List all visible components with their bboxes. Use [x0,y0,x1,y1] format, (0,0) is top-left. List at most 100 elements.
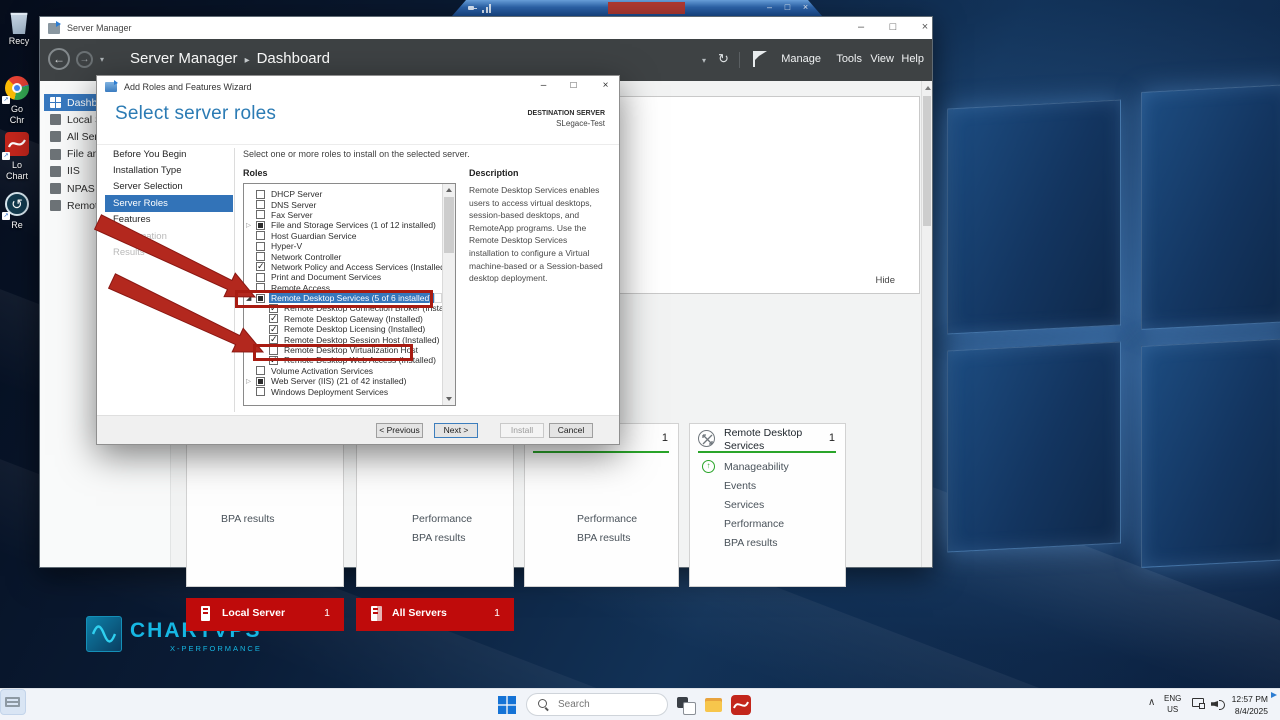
expander-icon[interactable]: ▷ [246,221,256,229]
tile-link[interactable]: ↑ Manageability [690,457,845,476]
roles-scrollbar[interactable] [442,184,455,405]
tile-link[interactable]: ↑ Services [690,495,845,514]
role-checkbox[interactable]: ✓ [269,335,278,344]
rdp-minimize-button[interactable]: – [762,1,777,14]
role-row[interactable]: DNS Server [244,199,442,209]
file-explorer-button[interactable] [704,695,724,715]
wizard-nav-item[interactable]: Before You Begin [105,146,233,162]
role-checkbox[interactable]: ✓ [269,325,278,334]
status-tile[interactable]: Local Server 1 [186,598,344,631]
start-button[interactable] [498,696,516,714]
nav-dropdown-icon[interactable]: ▾ [100,55,104,64]
role-checkbox[interactable] [256,231,265,240]
server-manager-app-button[interactable] [0,689,26,715]
role-row[interactable]: Remote Desktop Virtualization Host [244,345,442,355]
role-checkbox[interactable] [256,294,265,303]
role-checkbox[interactable] [256,377,265,386]
menu-view[interactable]: View [870,53,894,65]
role-checkbox[interactable] [256,190,265,199]
role-row[interactable]: Print and Document Services [244,272,442,282]
maximize-button[interactable]: □ [884,17,902,37]
role-row[interactable]: Fax Server [244,210,442,220]
desktop-icon-chart-app[interactable]: ↗ Lo Chart [0,132,38,182]
wizard-minimize-button[interactable]: – [535,76,552,95]
pin-icon[interactable] [468,4,477,12]
role-checkbox[interactable] [269,346,278,355]
role-checkbox[interactable]: ✓ [269,304,278,313]
scroll-down-icon[interactable] [446,397,452,401]
role-checkbox[interactable] [256,242,265,251]
role-row[interactable]: ✓ Remote Desktop Web Access (Installed) [244,355,442,365]
menu-tools[interactable]: Tools [836,53,862,65]
role-row[interactable]: ✓ Remote Desktop Licensing (Installed) [244,324,442,334]
previous-button[interactable]: < Previous [376,423,423,438]
wizard-nav-item[interactable]: Server Selection [105,179,233,195]
tile-title[interactable]: Remote Desktop Services [724,427,802,453]
taskbar-search[interactable] [526,693,668,716]
expander-icon[interactable]: ◢ [246,294,256,302]
tile-link[interactable]: BPA results [577,532,637,551]
role-row[interactable]: DHCP Server [244,189,442,199]
roles-listbox[interactable]: DHCP Server DNS Server Fax Server ▷ [243,183,456,406]
tile-link[interactable]: Performance [412,513,472,532]
role-checkbox[interactable] [256,387,265,396]
wizard-close-button[interactable]: × [597,76,614,95]
dashboard-scrollbar[interactable] [921,81,932,567]
tile-link[interactable]: BPA results [221,513,275,532]
menu-help[interactable]: Help [901,53,924,65]
task-view-button[interactable] [676,695,696,715]
role-row[interactable]: Remote Access [244,283,442,293]
wizard-nav-item[interactable]: Confirmation [105,228,233,244]
role-checkbox[interactable]: ✓ [269,314,278,323]
rdp-restore-button[interactable]: □ [780,1,795,14]
tile-link[interactable]: BPA results [412,532,472,551]
role-checkbox[interactable] [256,210,265,219]
breadcrumb-root[interactable]: Server Manager [130,50,238,67]
role-row[interactable]: ✓ Network Policy and Access Services (In… [244,262,442,272]
menu-manage[interactable]: Manage [781,53,821,65]
status-tile[interactable]: All Servers 1 [356,598,514,631]
expander-icon[interactable]: ▷ [246,377,256,385]
wizard-nav-item[interactable]: Server Roles [105,195,233,211]
cancel-button[interactable]: Cancel [549,423,593,438]
desktop-icon-chrome[interactable]: ↗ Go Chr [0,76,38,126]
hide-link[interactable]: Hide [875,275,895,286]
wizard-maximize-button[interactable]: □ [565,76,582,95]
forward-button[interactable]: → [76,51,93,68]
scrollbar-thumb[interactable] [923,96,931,226]
role-row[interactable]: Host Guardian Service [244,231,442,241]
role-row[interactable]: ✓ Remote Desktop Session Host (Installed… [244,334,442,344]
tray-chevron-icon[interactable]: ∧ [1148,697,1155,708]
language-switcher[interactable]: ENG US [1164,693,1181,715]
role-checkbox[interactable] [256,366,265,375]
tile-link[interactable]: ↑ Events [690,476,845,495]
role-row[interactable]: Network Controller [244,251,442,261]
wizard-nav-item[interactable]: Results [105,244,233,260]
role-checkbox[interactable] [256,273,265,282]
role-checkbox[interactable] [256,200,265,209]
role-row[interactable]: ◢ Remote Desktop Services (5 of 6 instal… [244,293,442,303]
notifications-flag-icon[interactable] [753,51,763,68]
role-row[interactable]: Hyper-V [244,241,442,251]
next-button[interactable]: Next > [434,423,478,438]
wizard-nav-item[interactable]: Features [105,212,233,228]
role-checkbox[interactable] [256,252,265,261]
tile-link[interactable]: Performance [577,513,637,532]
network-icon[interactable] [1192,698,1205,709]
role-checkbox[interactable] [256,221,265,230]
role-row[interactable]: ✓ Remote Desktop Gateway (Installed) [244,314,442,324]
desktop-icon-remote-app[interactable]: ↺ ↗ Re [0,192,38,231]
role-row[interactable]: Windows Deployment Services [244,386,442,396]
close-button[interactable]: × [916,17,934,37]
role-row[interactable]: ✓ Remote Desktop Connection Broker (Inst… [244,303,442,313]
chartvps-app-button[interactable] [731,695,751,715]
refresh-icon[interactable]: ↻ [718,51,729,67]
role-checkbox[interactable]: ✓ [269,356,278,365]
role-row[interactable]: ▷ File and Storage Services (1 of 12 ins… [244,220,442,230]
clock[interactable]: 12:57 PM 8/4/2025 [1232,693,1268,717]
tile-link[interactable]: ↑ Performance [690,514,845,533]
role-row[interactable]: Volume Activation Services [244,366,442,376]
notifications-caret-icon[interactable]: ▾ [702,56,706,65]
scrollbar-thumb[interactable] [444,197,454,253]
desktop-icon-recycle-bin[interactable]: Recy [0,10,40,47]
